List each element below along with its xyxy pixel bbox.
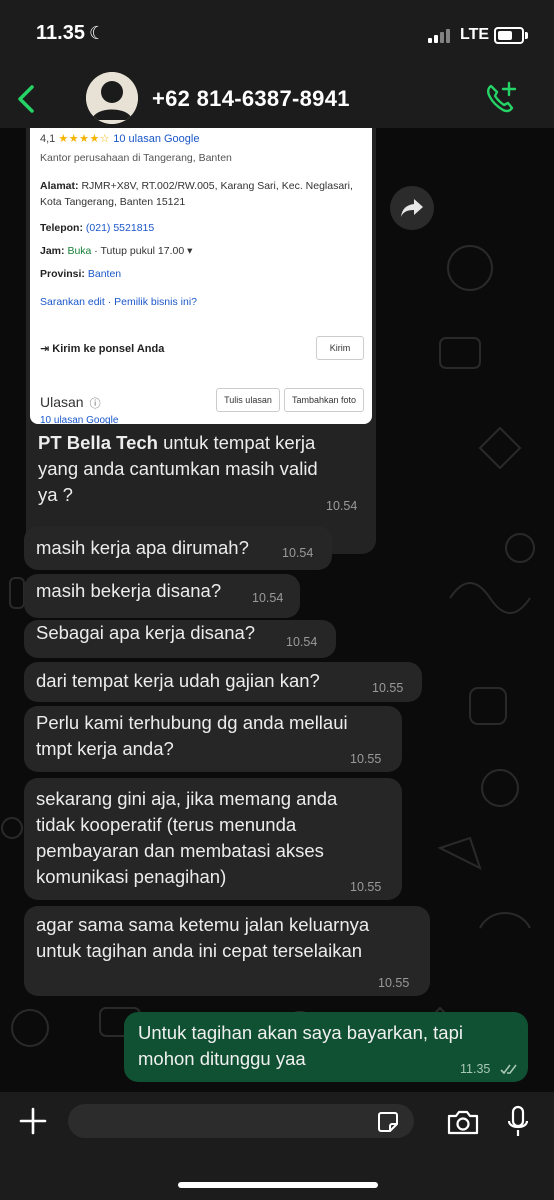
message-text: dari tempat kerja udah gajian kan? (36, 670, 320, 691)
business-province: Provinsi: Banten (40, 268, 122, 280)
business-preview-bubble[interactable]: 4,1 ★★★★☆ 10 ulasan Google Kantor perusa… (26, 128, 376, 554)
message-time: 10.55 (378, 976, 410, 990)
network-label: LTE (460, 26, 490, 43)
add-photo-button[interactable]: Tambahkan foto (284, 388, 364, 412)
avatar[interactable] (86, 72, 138, 124)
composer-bar (0, 1092, 554, 1200)
message-text: Sebagai apa kerja disana? (36, 622, 256, 643)
message-time: 10.55 (350, 880, 382, 894)
message-time: 10.54 (282, 546, 314, 560)
suggest-edit-link[interactable]: Sarankan edit · Pemilik bisnis ini? (40, 296, 197, 308)
send-to-phone-icon: ⇥ (40, 343, 50, 355)
business-hours: Jam: Buka · Tutup pukul 17.00 ▾ (40, 245, 193, 257)
message-bubble-incoming[interactable]: Sebagai apa kerja disana? 10.54 (24, 620, 336, 658)
message-text: sekarang gini aja, jika memang anda tidak… (36, 788, 338, 887)
sticker-icon[interactable] (376, 1110, 400, 1134)
chat-header: +62 814-6387-8941 (0, 70, 554, 128)
battery-icon (494, 27, 528, 44)
send-to-phone[interactable]: ⇥ Kirim ke ponsel Anda (40, 342, 164, 355)
signal-icon (428, 29, 456, 43)
message-text: Untuk tagihan akan saya bayarkan, tapi mo… (138, 1022, 463, 1069)
business-card[interactable]: 4,1 ★★★★☆ 10 ulasan Google Kantor perusa… (30, 128, 372, 424)
business-rating: 4,1 ★★★★☆ 10 ulasan Google (40, 133, 200, 145)
business-phone: Telepon: (021) 5521815 (40, 222, 155, 234)
reviews-link[interactable]: 10 ulasan Google (113, 133, 199, 145)
message-text: masih bekerja disana? (36, 580, 222, 601)
message-time: 10.55 (350, 752, 382, 766)
message-bubble-incoming[interactable]: Perlu kami terhubung dg anda mellaui tmpt… (24, 706, 402, 772)
message-time: 10.54 (252, 591, 284, 605)
business-category: Kantor perusahaan di Tangerang, Banten (40, 152, 232, 164)
message-text: PT Bella Tech untuk tempat kerja yang an… (38, 432, 318, 505)
camera-icon[interactable] (446, 1108, 480, 1136)
status-time: 11.35 ☾ (36, 22, 106, 44)
message-input[interactable] (68, 1104, 414, 1138)
chat-area[interactable]: 4,1 ★★★★☆ 10 ulasan Google Kantor perusa… (0, 128, 554, 1092)
info-icon: ⓘ (89, 398, 101, 410)
avatar-person-icon (86, 72, 138, 124)
message-bubble-incoming[interactable]: masih kerja apa dirumah? 10.54 (24, 526, 332, 570)
send-button[interactable]: Kirim (316, 336, 364, 360)
write-review-button[interactable]: Tulis ulasan (216, 388, 280, 412)
business-address: Alamat: RJMR+X8V, RT.002/RW.005, Karang … (40, 180, 353, 208)
message-bubble-incoming[interactable]: sekarang gini aja, jika memang anda tidak… (24, 778, 402, 900)
moon-icon: ☾ (88, 23, 106, 43)
back-chevron-icon[interactable] (12, 82, 42, 116)
plus-icon[interactable] (18, 1106, 48, 1136)
contact-name[interactable]: +62 814-6387-8941 (152, 86, 350, 112)
message-text: agar sama sama ketemu jalan keluarnya unt… (36, 914, 370, 961)
forward-button[interactable] (390, 186, 434, 230)
add-call-icon[interactable] (482, 80, 518, 116)
message-bubble-incoming[interactable]: masih bekerja disana? 10.54 (24, 574, 300, 618)
message-text: Perlu kami terhubung dg anda mellaui tmpt… (36, 712, 348, 759)
message-bubble-incoming[interactable]: agar sama sama ketemu jalan keluarnya unt… (24, 906, 430, 996)
reviews-title: Ulasan ⓘ (40, 394, 101, 410)
read-ticks-icon (500, 1064, 517, 1075)
message-time: 11.35 (460, 1062, 491, 1076)
rating-stars: ★★★★☆ (58, 133, 111, 145)
message-time: 10.54 (326, 499, 358, 513)
home-indicator (178, 1182, 378, 1188)
message-text: masih kerja apa dirumah? (36, 537, 249, 558)
message-bubble-incoming[interactable]: dari tempat kerja udah gajian kan? 10.55 (24, 662, 422, 702)
message-time: 10.55 (372, 681, 404, 695)
message-bubble-outgoing[interactable]: Untuk tagihan akan saya bayarkan, tapi mo… (124, 1012, 528, 1082)
microphone-icon[interactable] (506, 1105, 530, 1139)
forward-icon (401, 199, 423, 217)
reviews-more-link[interactable]: 10 ulasan Google (40, 415, 118, 424)
message-time: 10.54 (286, 635, 318, 649)
status-bar: 11.35 ☾ LTE (0, 0, 554, 70)
